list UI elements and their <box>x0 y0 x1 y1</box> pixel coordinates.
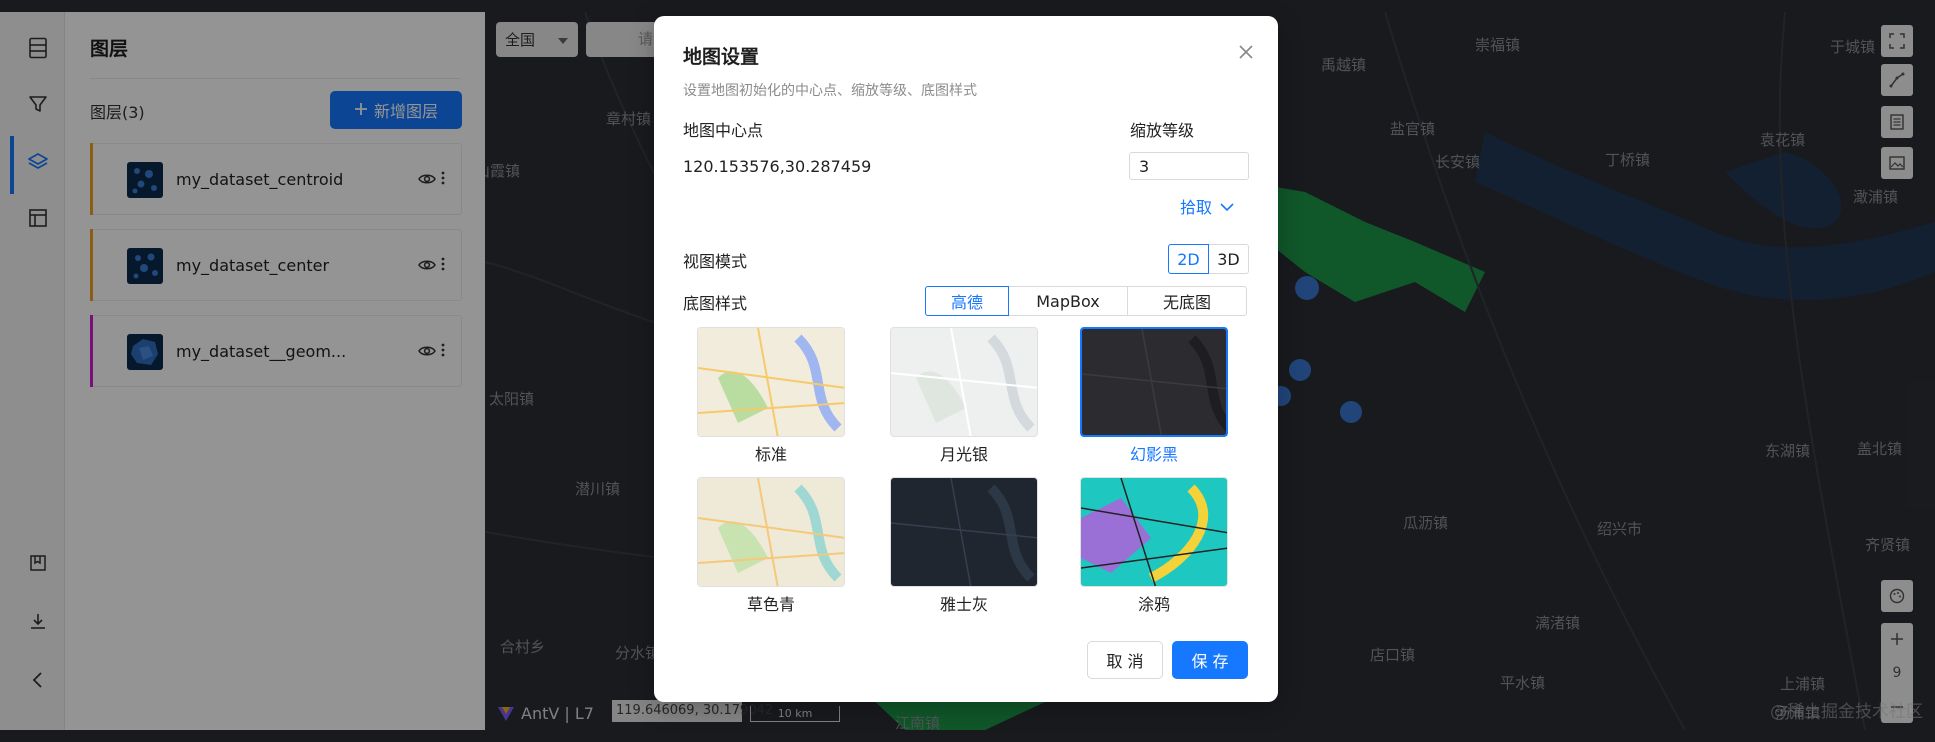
view-mode-3d[interactable]: 3D <box>1208 244 1249 274</box>
provider-mapbox[interactable]: MapBox <box>1008 286 1128 316</box>
style-card-grass-green[interactable]: 草色青 <box>697 477 845 615</box>
save-button[interactable]: 保 存 <box>1172 641 1248 679</box>
style-name: 幻影黑 <box>1129 445 1178 464</box>
style-thumbnail <box>890 327 1038 437</box>
view-mode-2d[interactable]: 2D <box>1168 244 1209 274</box>
close-icon[interactable] <box>1234 40 1258 64</box>
app-root: 图层 图层(3) 新增图层 my_dataset_centroid my_dat… <box>0 0 1935 742</box>
basemap-label: 底图样式 <box>683 294 748 313</box>
style-name: 月光银 <box>939 445 988 464</box>
pick-button[interactable]: 拾取 <box>1180 194 1234 218</box>
style-card-elegant-gray[interactable]: 雅士灰 <box>890 477 1038 615</box>
style-thumbnail <box>890 477 1038 587</box>
provider-none[interactable]: 无底图 <box>1127 286 1247 316</box>
cancel-button[interactable]: 取 消 <box>1087 641 1163 679</box>
modal-description: 设置地图初始化的中心点、缩放等级、底图样式 <box>683 83 977 99</box>
pick-label: 拾取 <box>1180 198 1213 217</box>
style-name: 草色青 <box>746 595 795 614</box>
style-name: 雅士灰 <box>939 595 988 614</box>
zoom-input[interactable] <box>1129 152 1249 180</box>
style-name: 标准 <box>754 445 787 464</box>
style-thumbnail <box>697 477 845 587</box>
map-settings-modal: 地图设置 设置地图初始化的中心点、缩放等级、底图样式 地图中心点 120.153… <box>654 16 1278 702</box>
basemap-provider-switch: 高德 MapBox 无底图 <box>925 286 1247 316</box>
center-value: 120.153576,30.287459 <box>683 157 872 176</box>
provider-gaode[interactable]: 高德 <box>925 286 1009 316</box>
zoom-label: 缩放等级 <box>1130 121 1195 140</box>
center-label: 地图中心点 <box>683 121 764 140</box>
style-thumbnail <box>1080 327 1228 437</box>
chevron-down-icon <box>1220 197 1234 216</box>
style-card-standard[interactable]: 标准 <box>697 327 845 465</box>
view-mode-switch: 2D 3D <box>1168 244 1249 274</box>
style-thumbnail <box>697 327 845 437</box>
style-card-phantom-black[interactable]: 幻影黑 <box>1080 327 1228 465</box>
style-card-graffiti[interactable]: 涂鸦 <box>1080 477 1228 615</box>
style-name: 涂鸦 <box>1137 595 1170 614</box>
modal-title: 地图设置 <box>683 46 760 68</box>
view-mode-label: 视图模式 <box>683 252 748 271</box>
style-thumbnail <box>1080 477 1228 587</box>
style-card-moonlight[interactable]: 月光银 <box>890 327 1038 465</box>
